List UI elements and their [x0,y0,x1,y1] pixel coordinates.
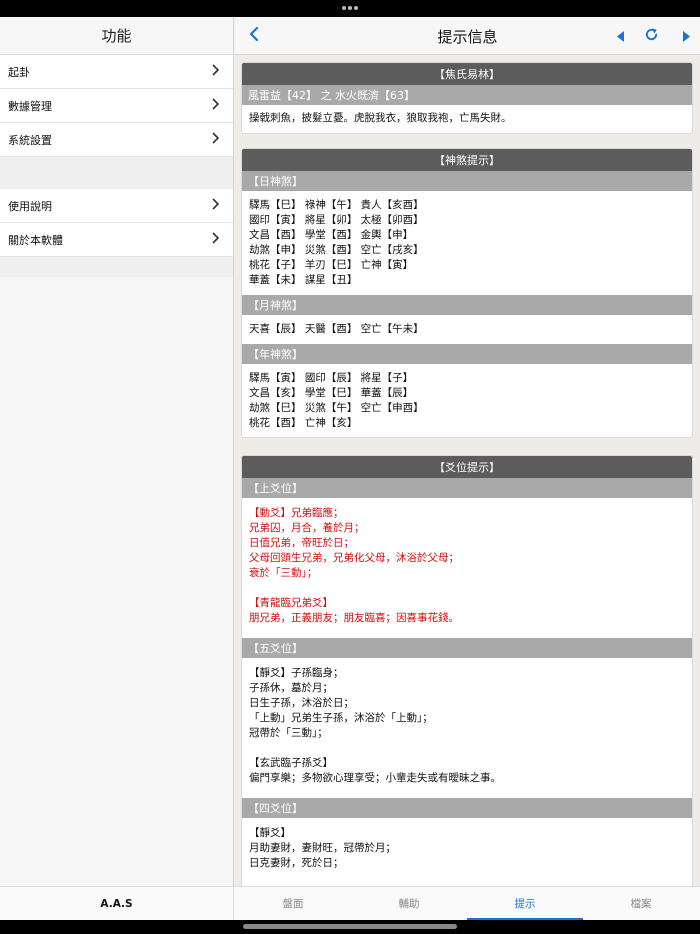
bottom-tab-bar: A.A.S 盤面 輔助 提示 檔案 [0,886,700,920]
tab-files[interactable]: 檔案 [583,887,699,920]
fourth-line-subheader: 【四爻位】 [242,798,692,818]
text-line: 劫煞【申】 災煞【酉】 空亡【戌亥】 [249,244,424,256]
card-header: 【爻位提示】 [242,456,692,478]
sidebar-item-help[interactable]: 使用說明 [0,189,233,223]
multitasking-dots-icon[interactable] [342,6,358,10]
card-body: 操戟刺魚，披髮立憂。虎脫我衣，狼取我袍，亡馬失財。 [242,105,692,133]
chevron-right-icon [211,131,220,148]
day-shensha-subheader: 【日神煞】 [242,171,692,191]
top-line-subheader: 【上爻位】 [242,478,692,498]
tab-hints[interactable]: 提示 [467,887,583,920]
text-line: 【玄武臨子孫爻】 [249,757,333,769]
home-indicator[interactable] [0,920,700,934]
month-shensha-body: 天喜【辰】 天醫【酉】 空亡【午未】 [242,315,692,344]
card-header: 【焦氏易林】 [242,63,692,85]
sidebar: 功能 起卦 數據管理 系統設置 使用說明 關於本軟體 [0,17,234,886]
sidebar-item-about[interactable]: 關於本軟體 [0,223,233,257]
app-name-label: A.A.S [0,887,234,920]
status-bar [0,0,700,17]
text-line: 【青龍臨兄弟爻】 [249,597,333,609]
text-line: 兄弟囚，月合，養於月； [249,522,365,534]
yaowei-hint-card: 【爻位提示】 【上爻位】 【動爻】兄弟臨應； 兄弟囚，月合，養於月； 日值兄弟，… [241,455,693,886]
text-line: 文昌【酉】 學堂【酉】 金輿【申】 [249,229,414,241]
text-line: 偏門享樂；多物欲心理享受；小輩走失或有曖昧之事。 [249,772,501,784]
hexagram-subheader: 風雷益【42】 之 水火既濟【63】 [242,85,692,105]
fifth-line-body: 【靜爻】子孫臨身； 子孫休，墓於月； 日生子孫，沐浴於日； 「上動」兄弟生子孫，… [242,658,692,798]
sidebar-item-label: 數據管理 [8,99,52,113]
sidebar-item-label: 起卦 [8,65,30,79]
card-header: 【神煞提示】 [242,149,692,171]
triangle-left-icon [617,27,625,46]
text-line: 驛馬【寅】 國印【辰】 將星【子】 [249,372,414,384]
text-line: 「上動」兄弟生子孫，沐浴於「上動」； [249,712,433,724]
text-line: 父母回頭生兄弟，兄弟化父母，沐浴於父母； [249,552,459,564]
text-line: 【動爻】兄弟臨應； [249,507,344,519]
text-line: 【靜爻】 [249,827,291,839]
text-line: 華蓋【未】 謀星【丑】 [249,274,358,286]
refresh-button[interactable] [640,25,662,47]
previous-button[interactable] [613,25,629,47]
refresh-icon [644,27,659,46]
main-panel: 提示信息 【焦氏易林】 風雷益【42】 之 水火既濟【63】 操戟刺魚，披髮立憂… [235,17,700,886]
year-shensha-body: 驛馬【寅】 國印【辰】 將星【子】 文昌【亥】 學堂【巳】 華蓋【辰】 劫煞【巳… [242,364,692,437]
verse-text: 操戟刺魚，披髮立憂。虎脫我衣，狼取我袍，亡馬失財。 [249,112,512,124]
app-window: 功能 起卦 數據管理 系統設置 使用說明 關於本軟體 提示信息 【焦氏易林】 風… [0,17,700,920]
sidebar-item-divination[interactable]: 起卦 [0,55,233,89]
text-line: 月助妻財，妻財旺，冠帶於月； [249,842,396,854]
sidebar-group-separator [0,257,233,277]
month-shensha-subheader: 【月神煞】 [242,295,692,315]
chevron-right-icon [211,97,220,114]
top-line-body: 【動爻】兄弟臨應； 兄弟囚，月合，養於月； 日值兄弟，帝旺於日； 父母回頭生兄弟… [242,498,692,638]
chevron-right-icon [211,231,220,248]
tab-auxiliary[interactable]: 輔助 [351,887,467,920]
fifth-line-subheader: 【五爻位】 [242,638,692,658]
text-line: 驛馬【巳】 祿神【午】 貴人【亥酉】 [249,199,424,211]
tab-board[interactable]: 盤面 [235,887,351,920]
fourth-line-body: 【靜爻】 月助妻財，妻財旺，冠帶於月； 日克妻財，死於日； [242,818,692,877]
sidebar-title: 功能 [0,17,233,55]
text-line: 朋兄弟，正義朋友；朋友臨喜；因喜事花錢。 [249,612,459,624]
text-line: 文昌【亥】 學堂【巳】 華蓋【辰】 [249,387,414,399]
text-line: 劫煞【巳】 災煞【午】 空亡【申酉】 [249,402,424,414]
hint-content-scroll[interactable]: 【焦氏易林】 風雷益【42】 之 水火既濟【63】 操戟刺魚，披髮立憂。虎脫我衣… [235,56,700,886]
shensha-hint-card: 【神煞提示】 【日神煞】 驛馬【巳】 祿神【午】 貴人【亥酉】 國印【寅】 將星… [241,148,693,438]
text-line: 日值兄弟，帝旺於日； [249,537,354,549]
text-line: 【靜爻】子孫臨身； [249,667,344,679]
text-line: 衰於「三動」； [249,567,318,579]
text-line: 桃花【子】 羊刃【巳】 亡神【寅】 [249,259,414,271]
chevron-right-icon [211,197,220,214]
sidebar-item-label: 系統設置 [8,133,52,147]
text-line: 桃花【酉】 亡神【亥】 [249,417,358,429]
text-line: 冠帶於「三動」； [249,727,328,739]
jiaoshi-yilin-card: 【焦氏易林】 風雷益【42】 之 水火既濟【63】 操戟刺魚，披髮立憂。虎脫我衣… [241,62,693,134]
triangle-right-icon [682,27,690,46]
back-button[interactable] [245,25,263,47]
main-nav-bar: 提示信息 [235,17,700,55]
day-shensha-body: 驛馬【巳】 祿神【午】 貴人【亥酉】 國印【寅】 將星【卯】 太極【卯酉】 文昌… [242,191,692,295]
text-line: 國印【寅】 將星【卯】 太極【卯酉】 [249,214,424,226]
sidebar-item-data-management[interactable]: 數據管理 [0,89,233,123]
sidebar-item-label: 關於本軟體 [8,233,63,247]
chevron-left-icon [249,26,259,46]
chevron-right-icon [211,63,220,80]
page-title: 提示信息 [437,27,498,46]
text-line: 子孫休，墓於月； [249,682,333,694]
text-line: 天喜【辰】 天醫【酉】 空亡【午未】 [249,323,424,335]
text-line: 日生子孫，沐浴於日； [249,697,354,709]
year-shensha-subheader: 【年神煞】 [242,344,692,364]
sidebar-group-separator [0,157,233,189]
sidebar-item-system-settings[interactable]: 系統設置 [0,123,233,157]
sidebar-item-label: 使用說明 [8,199,52,213]
text-line: 日克妻財，死於日； [249,857,344,869]
next-button[interactable] [678,25,694,47]
